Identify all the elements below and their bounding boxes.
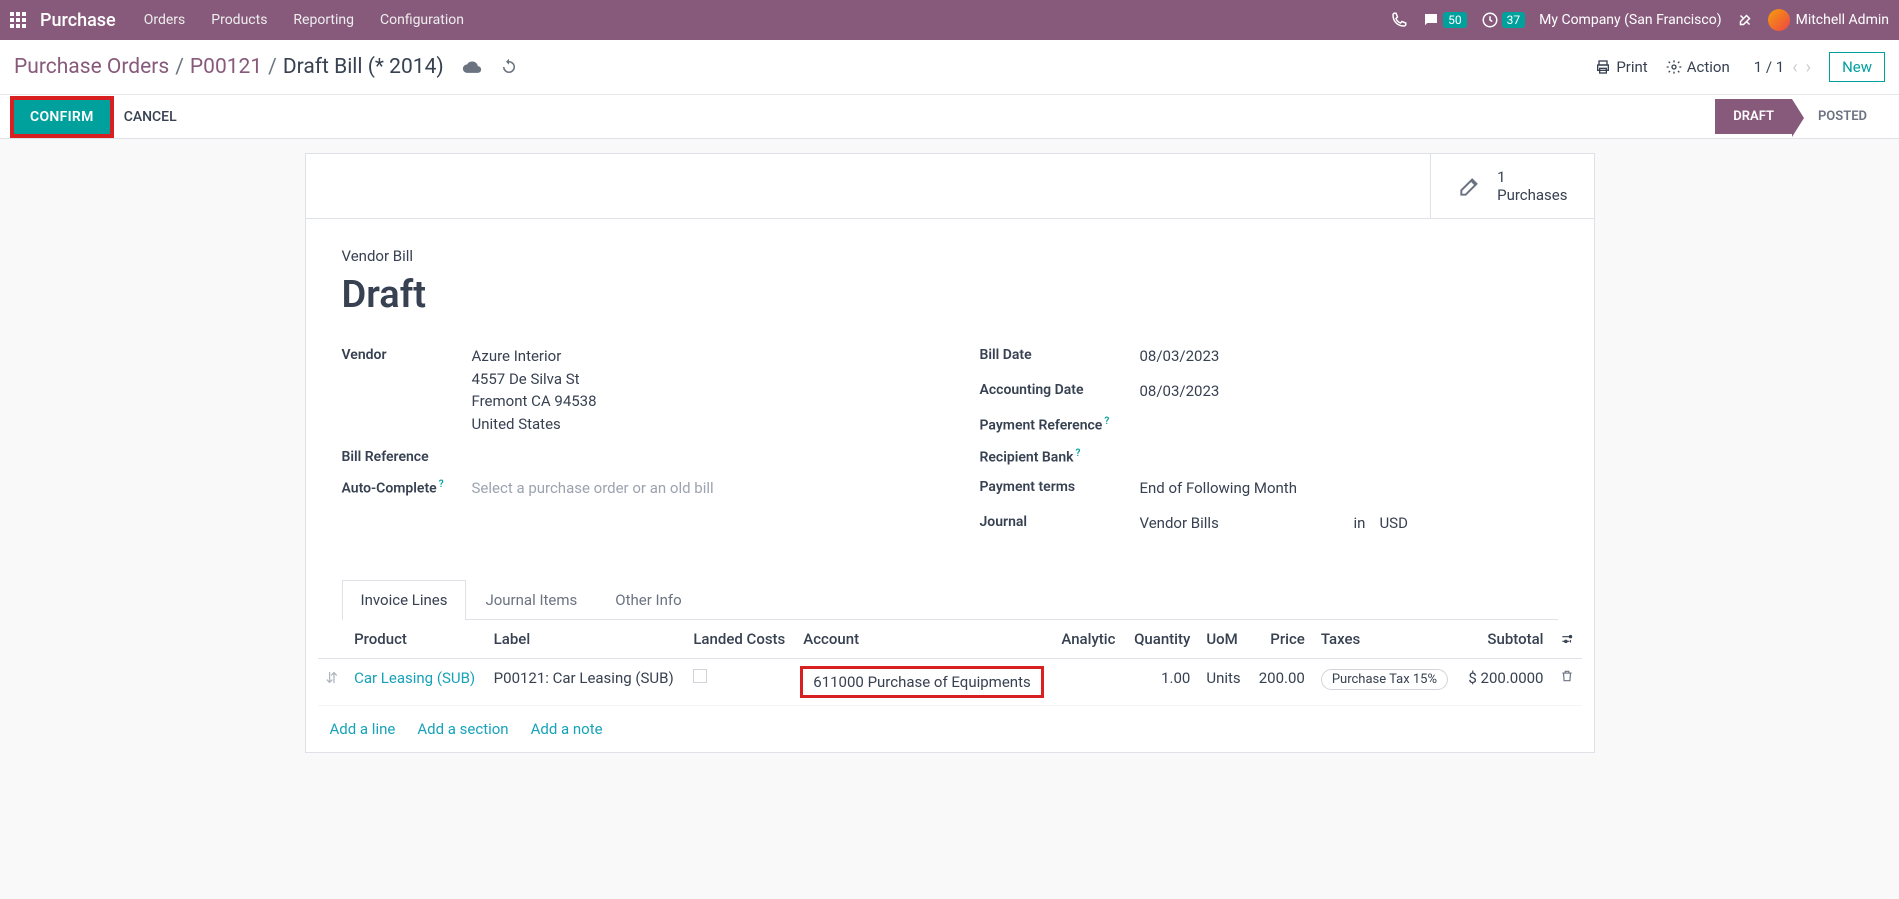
notebook-tabs: Invoice Lines Journal Items Other Info <box>342 580 1558 620</box>
add-note-link[interactable]: Add a note <box>531 720 603 738</box>
menu-reporting[interactable]: Reporting <box>293 12 354 28</box>
purchases-count: 1 <box>1497 168 1567 186</box>
discard-icon[interactable] <box>500 58 518 76</box>
status-bar: CONFIRM CANCEL DRAFT POSTED <box>0 95 1899 139</box>
title-label: Vendor Bill <box>342 247 1558 265</box>
menu-orders[interactable]: Orders <box>144 12 186 28</box>
company-switcher[interactable]: My Company (San Francisco) <box>1539 12 1721 28</box>
messages-icon[interactable]: 50 <box>1422 11 1467 29</box>
auto-complete-label: Auto-Complete? <box>342 477 472 497</box>
col-subtotal: Subtotal <box>1459 620 1552 659</box>
line-product[interactable]: Car Leasing (SUB) <box>354 669 475 687</box>
user-name: Mitchell Admin <box>1796 12 1889 28</box>
print-button[interactable]: Print <box>1595 58 1647 76</box>
cloud-save-icon[interactable] <box>462 57 482 77</box>
line-quantity[interactable]: 1.00 <box>1125 659 1199 706</box>
journal-in: in <box>1354 512 1366 535</box>
smart-button-purchases[interactable]: 1 Purchases <box>1430 154 1593 218</box>
line-analytic[interactable] <box>1053 659 1124 706</box>
form-sheet: 1 Purchases Vendor Bill Draft Vendor Azu… <box>305 153 1595 753</box>
col-quantity: Quantity <box>1125 620 1199 659</box>
recipient-bank-label: Recipient Bank? <box>980 446 1140 466</box>
auto-complete-field[interactable]: Select a purchase order or an old bill <box>472 477 920 500</box>
breadcrumb-sep: / <box>268 55 277 79</box>
payment-terms-label: Payment terms <box>980 477 1140 495</box>
breadcrumb-po-number[interactable]: P00121 <box>190 55 262 79</box>
payment-reference-label: Payment Reference? <box>980 414 1140 434</box>
pager-next-icon[interactable]: › <box>1806 57 1811 78</box>
delete-line-icon[interactable] <box>1560 669 1574 683</box>
activities-icon[interactable]: 37 <box>1481 11 1526 29</box>
activities-badge: 37 <box>1502 12 1526 28</box>
line-subtotal: $ 200.0000 <box>1459 659 1552 706</box>
stage-posted[interactable]: POSTED <box>1792 99 1885 134</box>
tab-invoice-lines[interactable]: Invoice Lines <box>342 580 467 620</box>
bill-date-label: Bill Date <box>980 345 1140 363</box>
user-menu[interactable]: Mitchell Admin <box>1768 9 1889 31</box>
line-tax[interactable]: Purchase Tax 15% <box>1321 669 1448 690</box>
col-price: Price <box>1250 620 1313 659</box>
journal-value[interactable]: Vendor Bills <box>1140 512 1340 535</box>
bill-reference-label: Bill Reference <box>342 447 472 465</box>
breadcrumb-purchase-orders[interactable]: Purchase Orders <box>14 55 169 79</box>
user-avatar <box>1768 9 1790 31</box>
tools-icon[interactable] <box>1736 11 1754 29</box>
purchases-label: Purchases <box>1497 186 1567 204</box>
app-brand[interactable]: Purchase <box>40 10 116 31</box>
col-account: Account <box>795 620 1053 659</box>
pager-text[interactable]: 1 / 1 <box>1754 58 1785 76</box>
menu-products[interactable]: Products <box>211 12 267 28</box>
tab-journal-items[interactable]: Journal Items <box>466 580 596 619</box>
add-line-link[interactable]: Add a line <box>330 720 396 738</box>
confirm-button[interactable]: CONFIRM <box>14 100 110 134</box>
line-uom[interactable]: Units <box>1198 659 1249 706</box>
menu-configuration[interactable]: Configuration <box>380 12 464 28</box>
line-account[interactable]: 611000 Purchase of Equipments <box>803 669 1040 695</box>
phone-icon[interactable] <box>1390 11 1408 29</box>
table-row[interactable]: ⇵ Car Leasing (SUB) P00121: Car Leasing … <box>318 659 1582 706</box>
col-uom: UoM <box>1198 620 1249 659</box>
apps-icon[interactable] <box>10 12 26 28</box>
invoice-lines-table: Product Label Landed Costs Account Analy… <box>318 620 1582 706</box>
settings-icon[interactable] <box>1560 632 1574 646</box>
col-landed-costs: Landed Costs <box>685 620 795 659</box>
vendor-label: Vendor <box>342 345 472 363</box>
stage-draft[interactable]: DRAFT <box>1715 99 1792 134</box>
vendor-value[interactable]: Azure Interior 4557 De Silva St Fremont … <box>472 345 920 435</box>
messages-badge: 50 <box>1443 12 1467 28</box>
payment-terms-value[interactable]: End of Following Month <box>1140 477 1558 500</box>
breadcrumb-current: Draft Bill (* 2014) <box>283 55 444 79</box>
pencil-icon <box>1457 173 1483 199</box>
journal-label: Journal <box>980 512 1140 530</box>
statusbar-stages: DRAFT POSTED <box>1715 99 1885 134</box>
breadcrumb-sep: / <box>175 55 184 79</box>
drag-handle-icon[interactable]: ⇵ <box>326 669 339 687</box>
bill-date-value[interactable]: 08/03/2023 <box>1140 345 1558 368</box>
col-label: Label <box>486 620 686 659</box>
add-section-link[interactable]: Add a section <box>417 720 508 738</box>
action-dropdown[interactable]: Action <box>1666 58 1730 76</box>
accounting-date-label: Accounting Date <box>980 380 1140 398</box>
control-panel: Purchase Orders / P00121 / Draft Bill (*… <box>0 40 1899 95</box>
col-product: Product <box>346 620 486 659</box>
cancel-button[interactable]: CANCEL <box>110 100 191 134</box>
new-button[interactable]: New <box>1829 52 1885 82</box>
col-taxes: Taxes <box>1313 620 1459 659</box>
top-menu-bar: Purchase Orders Products Reporting Confi… <box>0 0 1899 40</box>
line-price[interactable]: 200.00 <box>1250 659 1313 706</box>
line-landed-checkbox[interactable] <box>693 669 707 683</box>
tab-other-info[interactable]: Other Info <box>596 580 700 619</box>
col-analytic: Analytic <box>1053 620 1124 659</box>
title-value: Draft <box>342 273 1558 317</box>
pager-prev-icon[interactable]: ‹ <box>1792 57 1797 78</box>
journal-currency[interactable]: USD <box>1379 512 1407 535</box>
line-label[interactable]: P00121: Car Leasing (SUB) <box>486 659 686 706</box>
accounting-date-value[interactable]: 08/03/2023 <box>1140 380 1558 403</box>
